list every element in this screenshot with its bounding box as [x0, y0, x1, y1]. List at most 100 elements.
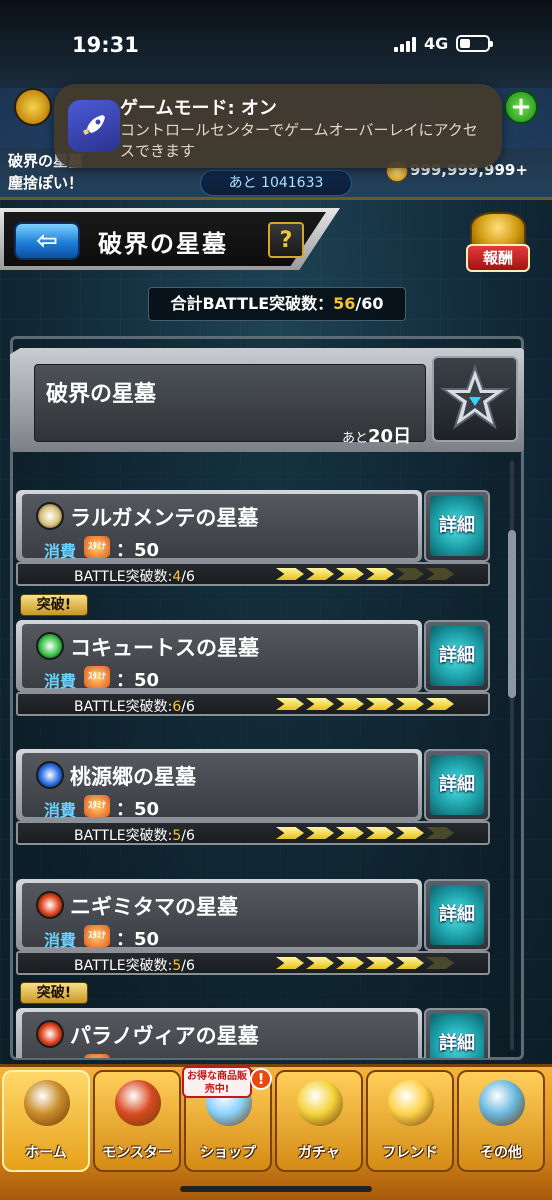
stamina-icon: ｽﾀﾐﾅ — [84, 536, 110, 558]
help-button[interactable]: ? — [268, 222, 304, 258]
network-label: 4G — [424, 34, 449, 53]
battle-total: /6 — [181, 699, 195, 715]
battle-label-text: BATTLE突破数: — [74, 828, 173, 844]
battle-progress-bar: BATTLE突破数:6/6 — [16, 692, 490, 716]
game-mode-notification[interactable]: ゲームモード: オン コントロールセンターでゲームオーバーレイにアクセスできます — [54, 84, 502, 168]
cost-label: 消費 — [44, 1056, 76, 1058]
stage-name: ラルガメンテの星墓 — [70, 506, 259, 530]
stage-card-body: コキュートスの星墓 消費 ｽﾀﾐﾅ ：50 — [22, 624, 418, 691]
stage-card[interactable]: 桃源郷の星墓 消費 ｽﾀﾐﾅ ：50 詳細 BATTLE突破数:5/6 — [16, 749, 492, 847]
progress-chevron — [336, 568, 364, 580]
progress-chevron — [336, 698, 364, 710]
battle-progress-label: BATTLE突破数:5/6 — [74, 955, 195, 975]
detail-button[interactable]: 詳細 — [424, 879, 490, 951]
friend-icon — [388, 1080, 434, 1126]
break-badge: 突破! — [20, 594, 88, 616]
event-remaining-value: 20日 — [368, 426, 412, 447]
other-icon — [479, 1080, 525, 1126]
battle-total: /6 — [181, 569, 195, 585]
notification-body: コントロールセンターでゲームオーバーレイにアクセスできます — [120, 121, 478, 160]
battle-label-text: BATTLE突破数: — [74, 699, 173, 715]
stage-card[interactable]: コキュートスの星墓 消費 ｽﾀﾐﾅ ：50 詳細 BATTLE突破数:6/6 — [16, 620, 492, 718]
nav-item[interactable]: ガチャ — [275, 1070, 363, 1172]
back-button[interactable]: ⇦ — [14, 222, 80, 260]
status-time: 19:31 — [72, 33, 139, 57]
scrollbar-thumb[interactable] — [508, 530, 516, 698]
event-title: 破界の星墓 — [46, 382, 157, 407]
rank-badge-icon[interactable] — [14, 88, 52, 126]
detail-button[interactable]: 詳細 — [424, 749, 490, 821]
progress-chevron — [276, 568, 304, 580]
battery-icon — [456, 35, 494, 52]
cost-label: 消費 — [44, 672, 77, 691]
progress-chevron — [276, 698, 304, 710]
nav-label: ホーム — [25, 1145, 67, 1161]
detail-button-label: 詳細 — [430, 755, 484, 815]
stamina-icon: ｽﾀﾐﾅ — [84, 795, 110, 817]
detail-button-label: 詳細 — [430, 885, 484, 945]
stage-card-body: 桃源郷の星墓 消費 ｽﾀﾐﾅ ：50 — [22, 753, 418, 820]
battle-progress-label: BATTLE突破数:4/6 — [74, 566, 195, 586]
progress-chevron — [306, 957, 334, 969]
cost-label: 消費 — [44, 801, 77, 820]
alert-badge-icon: ! — [250, 1068, 272, 1090]
stage-name: ニギミタマの星墓 — [70, 895, 238, 919]
nav-item[interactable]: その他 — [457, 1070, 545, 1172]
stamina-cost: ：50 — [116, 1054, 159, 1058]
progress-chevron — [426, 568, 454, 580]
battle-total: /6 — [181, 828, 195, 844]
battle-label-text: BATTLE突破数: — [74, 569, 173, 585]
add-coins-button[interactable]: + — [504, 90, 538, 124]
progress-chevron — [306, 698, 334, 710]
progress-chevrons — [276, 698, 454, 710]
sale-badge: お得な商品販売中! — [182, 1066, 252, 1098]
nav-label: ショップ — [200, 1145, 256, 1161]
battle-cleared: 5 — [172, 958, 182, 974]
element-icon — [36, 891, 64, 919]
progress-chevron — [426, 698, 454, 710]
battle-total: /6 — [181, 958, 195, 974]
stage-card[interactable]: パラノヴィアの星墓 消費 ｽﾀﾐﾅ ：50 詳細 BATTLE突破数: — [16, 1008, 492, 1058]
total-battle-summary: 合計BATTLE突破数：56/60 — [148, 287, 406, 321]
stamina-cost: ：50 — [116, 540, 160, 561]
battle-progress-label: BATTLE突破数:5/6 — [74, 825, 195, 845]
progress-chevron — [426, 827, 454, 839]
notification-title: ゲームモード: オン — [120, 98, 277, 119]
progress-chevron — [366, 957, 394, 969]
battle-cleared: 5 — [172, 828, 182, 844]
detail-button[interactable]: 詳細 — [424, 490, 490, 562]
detail-button[interactable]: 詳細 — [424, 620, 490, 692]
detail-button[interactable]: 詳細 — [424, 1008, 490, 1058]
progress-chevrons — [276, 827, 454, 839]
battle-progress-label: BATTLE突破数:6/6 — [74, 696, 195, 716]
progress-chevron — [396, 827, 424, 839]
nav-label: ガチャ — [298, 1145, 340, 1161]
stamina-icon: ｽﾀﾐﾅ — [84, 1054, 110, 1058]
stage-card[interactable]: ニギミタマの星墓 消費 ｽﾀﾐﾅ ：50 詳細 BATTLE突破数:5/6 — [16, 879, 492, 977]
progress-chevron — [366, 698, 394, 710]
nav-label: フレンド — [382, 1145, 438, 1161]
progress-chevron — [306, 568, 334, 580]
stamina-cost: ：50 — [116, 799, 160, 820]
stamina-icon: ｽﾀﾐﾅ — [84, 925, 110, 947]
nav-item[interactable]: モンスター — [93, 1070, 181, 1172]
progress-chevron — [276, 827, 304, 839]
progress-chevron — [396, 568, 424, 580]
progress-chevron — [396, 957, 424, 969]
stage-name: 桃源郷の星墓 — [70, 765, 196, 789]
progress-chevrons — [276, 568, 454, 580]
reward-button[interactable]: 報酬 — [466, 212, 532, 274]
nav-item[interactable]: ホーム — [2, 1070, 90, 1172]
home-indicator[interactable] — [180, 1186, 372, 1192]
event-remaining: あと20日 — [342, 422, 411, 448]
element-icon — [36, 632, 64, 660]
progress-chevron — [306, 827, 334, 839]
nav-item[interactable]: フレンド — [366, 1070, 454, 1172]
star-medal-icon — [432, 356, 518, 442]
progress-chevron — [366, 568, 394, 580]
page-title: 破界の星墓 — [98, 230, 228, 258]
stage-card[interactable]: ラルガメンテの星墓 消費 ｽﾀﾐﾅ ：50 詳細 BATTLE突破数:4/6 — [16, 490, 492, 588]
cost-label: 消費 — [44, 542, 77, 561]
monster-icon — [115, 1080, 161, 1126]
detail-button-label: 詳細 — [430, 626, 484, 686]
